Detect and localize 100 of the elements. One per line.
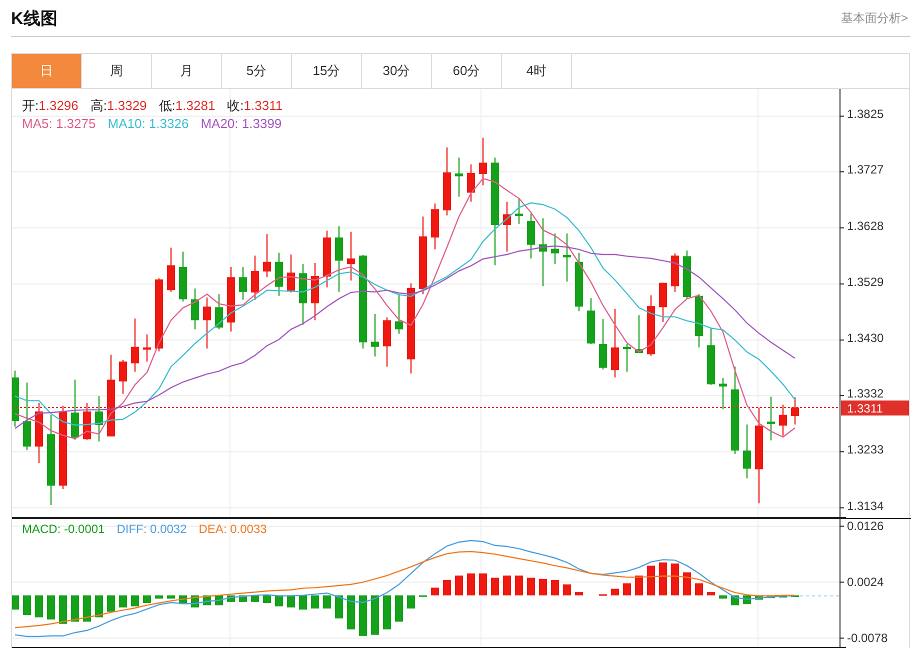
fundamental-analysis-link[interactable]: 基本面分析>: [840, 10, 908, 26]
candlestick: [167, 248, 175, 292]
candlestick: [203, 298, 211, 349]
macd-bar: [323, 595, 331, 608]
candlestick: [455, 158, 463, 197]
axis-label: 1.3727: [847, 162, 884, 177]
candlestick: [395, 294, 403, 334]
candlestick: [131, 318, 139, 372]
axis-label: 1.3332: [847, 386, 884, 401]
macd-bar: [635, 576, 643, 596]
macd-bar: [23, 595, 31, 616]
macd-bar: [359, 595, 367, 636]
candlestick: [767, 396, 775, 440]
candlestick: [191, 288, 199, 330]
candlestick: [179, 252, 187, 302]
candlestick: [647, 295, 655, 356]
macd-bar: [671, 564, 679, 596]
macd-bar: [167, 595, 175, 599]
candlestick: [275, 252, 283, 296]
macd-bar: [467, 573, 475, 596]
candlestick: [443, 147, 451, 216]
macd-bar: [515, 576, 523, 596]
axis-label: 1.3825: [847, 107, 884, 122]
candlestick: [35, 402, 43, 464]
candlestick: [503, 202, 511, 252]
macd-bar: [395, 595, 403, 622]
candlestick: [599, 319, 607, 370]
series-value: : 0.0033: [223, 522, 267, 536]
macd-bar: [479, 573, 487, 596]
macd-bar: [659, 562, 667, 596]
series-name: MA5: [22, 115, 49, 133]
candlestick: [719, 378, 727, 410]
candlestick: [119, 360, 127, 394]
candlestick: [23, 382, 31, 450]
candlestick: [743, 424, 751, 478]
macd-bar: [527, 578, 535, 596]
candlestick: [515, 198, 523, 224]
candlestick: [635, 315, 643, 354]
candlestick: [323, 230, 331, 288]
candlestick: [383, 317, 391, 367]
macd-bar: [119, 595, 127, 608]
series-value: : -0.0001: [57, 522, 105, 536]
macd-bar: [551, 580, 559, 596]
macd-bar: [431, 588, 439, 596]
axis-label: 1.3529: [847, 274, 884, 289]
macd-bar: [383, 595, 391, 630]
macd-bar: [455, 576, 463, 596]
candlestick: [299, 264, 307, 325]
candlestick: [311, 262, 319, 320]
macd-bar: [407, 595, 415, 608]
candlestick: [611, 308, 619, 378]
macd-bar: [695, 583, 703, 596]
series-value: : 1.3399: [234, 115, 282, 133]
candlestick: [335, 226, 343, 292]
macd-bar: [683, 572, 691, 596]
axis-label: 1.3628: [847, 218, 884, 233]
macd-bar: [647, 566, 655, 596]
macd-bar: [503, 576, 511, 596]
candlestick: [467, 164, 475, 202]
macd-bar: [443, 580, 451, 596]
candlestick: [551, 234, 559, 264]
candlestick: [287, 254, 295, 292]
candlestick: [263, 234, 271, 278]
candlestick: [707, 328, 715, 385]
price-reading: 开:1.3296: [22, 97, 78, 115]
macd-bar: [71, 595, 79, 622]
series-value: : 1.3275: [48, 115, 96, 133]
macd-bar: [107, 595, 115, 612]
series-value: : 1.3326: [142, 115, 189, 133]
candlestick: [251, 256, 259, 300]
candlestick: [539, 218, 547, 286]
macd-bar: [575, 592, 583, 596]
price-reading: 高:1.3329: [90, 97, 147, 115]
macd-bar: [155, 595, 163, 599]
macd-bar: [371, 595, 379, 635]
candlestick: [587, 298, 595, 344]
candlestick: [791, 397, 799, 424]
price-reading: 低:1.3281: [158, 97, 216, 115]
axis-label: 1.3430: [847, 331, 884, 346]
candlestick: [695, 294, 703, 348]
macd-bar: [35, 595, 43, 618]
macd-bar: [143, 595, 151, 604]
axis-label: -0.0078: [847, 631, 888, 646]
candlestick: [575, 252, 583, 312]
macd-bar: [539, 578, 547, 596]
current-value-line: [800, 595, 840, 596]
candlestick: [479, 138, 487, 186]
axis-label: 0.0126: [847, 519, 884, 534]
candlestick: [431, 203, 439, 250]
candlestick: [371, 314, 379, 356]
candlestick: [83, 402, 91, 440]
macd-bar: [95, 595, 103, 618]
candlestick: [563, 234, 571, 282]
macd-bar: [707, 592, 715, 596]
macd-bar: [131, 595, 139, 606]
axis-label: 0.0024: [847, 575, 884, 590]
candlestick: [671, 253, 679, 292]
macd-bar: [311, 595, 319, 608]
macd-bar: [719, 595, 727, 599]
price-reading: 收:1.3311: [227, 97, 283, 115]
